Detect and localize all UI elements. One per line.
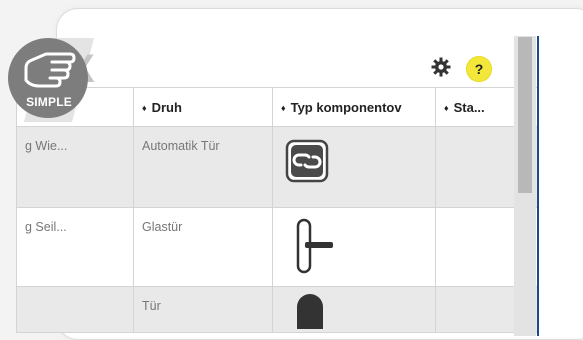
cell-text: Tür <box>142 299 161 313</box>
cell-name: g Wie... <box>16 126 134 208</box>
cell-name: g Seil... <box>16 207 134 287</box>
cell-druh: Glastür <box>133 207 273 287</box>
cell-druh: Tür <box>133 286 273 333</box>
link-chain-icon <box>285 139 329 186</box>
column-header-typ[interactable]: ♦ Typ komponentov <box>272 87 436 127</box>
help-button[interactable]: ? <box>466 56 492 82</box>
simple-mode-badge: X SIMPLE <box>6 36 98 124</box>
cell-text: g Seil... <box>25 220 67 234</box>
column-header-label: Druh <box>151 99 182 115</box>
sort-icon: ♦ <box>444 102 449 113</box>
cell-druh: Automatik Tür <box>133 126 273 208</box>
cell-typ <box>272 286 436 333</box>
column-header-druh[interactable]: ♦ Druh <box>133 87 273 127</box>
scrollbar-thumb[interactable] <box>518 37 532 193</box>
badge-label: SIMPLE <box>26 95 72 109</box>
table-row[interactable]: g Wie... Automatik Tür <box>16 126 539 208</box>
cell-text: g Wie... <box>25 139 68 153</box>
hand-pointer-icon: X <box>8 38 95 122</box>
cell-text: Automatik Tür <box>142 139 220 153</box>
door-handle-icon <box>295 218 335 277</box>
cell-typ <box>272 126 436 208</box>
door-knob-icon <box>295 293 325 332</box>
panel-edge <box>537 36 539 336</box>
sort-icon: ♦ <box>142 102 147 113</box>
cell-text: Glastür <box>142 220 183 234</box>
table-row[interactable]: Tür <box>16 286 539 333</box>
column-header-label: Sta... <box>453 99 485 115</box>
table-row[interactable]: g Seil... Glastür <box>16 207 539 287</box>
column-header-label: Typ komponentov <box>290 99 402 115</box>
sort-icon: ♦ <box>281 102 286 113</box>
settings-gear-icon[interactable] <box>431 57 451 77</box>
cell-name <box>16 286 134 333</box>
cell-typ <box>272 207 436 287</box>
